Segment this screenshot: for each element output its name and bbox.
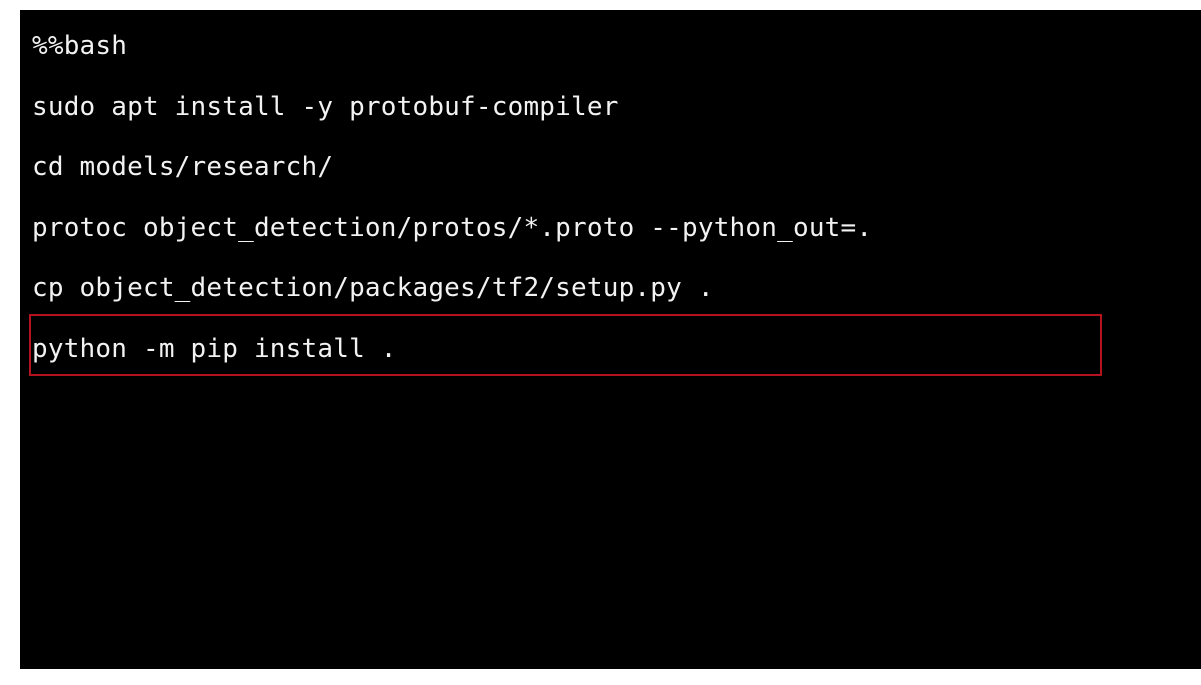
- code-editor[interactable]: %%bash sudo apt install -y protobuf-comp…: [32, 26, 872, 389]
- code-line-install-protobuf: sudo apt install -y protobuf-compiler: [32, 91, 619, 122]
- code-line-pip-install: python -m pip install .: [32, 333, 397, 364]
- code-line-protoc: protoc object_detection/protos/*.proto -…: [32, 212, 873, 243]
- code-line-cd: cd models/research/: [32, 152, 334, 182]
- code-line-magic: %%bash: [32, 31, 128, 61]
- code-line-cp-setup: cp object_detection/packages/tf2/setup.p…: [32, 273, 714, 303]
- code-cell: %%bash sudo apt install -y protobuf-comp…: [20, 10, 1201, 669]
